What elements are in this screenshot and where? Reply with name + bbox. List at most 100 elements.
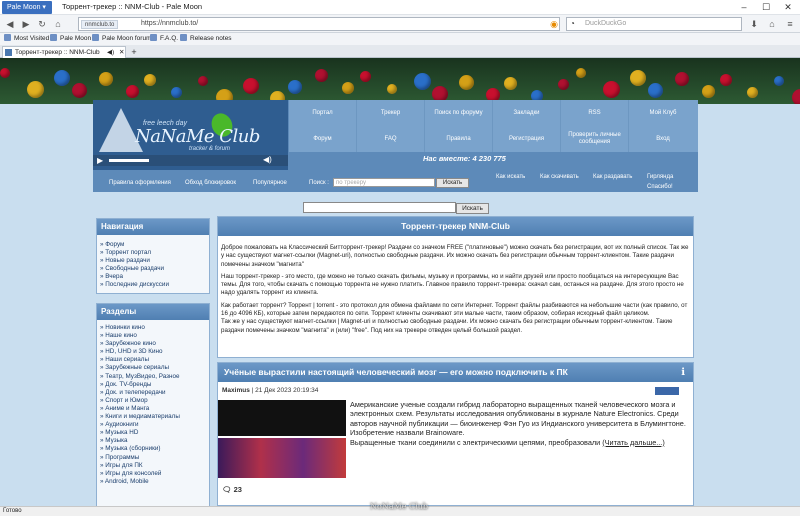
section-item[interactable]: » Зарубежные сериалы	[97, 364, 209, 372]
navigation-item[interactable]: » Свободные раздачи	[97, 265, 209, 273]
link-rules-formatting[interactable]: Правила оформления	[109, 180, 171, 186]
navigation-item[interactable]: » Торрент портал	[97, 249, 209, 257]
section-item[interactable]: » Новинки кино	[97, 324, 209, 332]
menu-forum[interactable]: Форум	[289, 126, 357, 152]
search-engine-icon[interactable]: ◔	[570, 19, 575, 28]
site-identity-badge[interactable]: nnmclub.to	[81, 20, 119, 29]
menu-forum-search[interactable]: Поиск по форуму	[425, 100, 493, 126]
bookmark-most-visited[interactable]: Most Visited	[4, 33, 49, 45]
new-tab-button[interactable]: +	[128, 47, 140, 57]
navigation-box: Навигация » Форум» Торрент портал» Новые…	[96, 218, 210, 294]
bookmark-icon	[150, 34, 157, 41]
forward-icon[interactable]: ▶	[20, 18, 32, 30]
menu-register[interactable]: Регистрация	[493, 126, 561, 152]
main-search-button[interactable]: Искать	[456, 203, 489, 214]
section-item[interactable]: » Док. TV-бренды	[97, 381, 209, 389]
ornament-icon	[504, 77, 517, 90]
menu-login[interactable]: Вход	[629, 126, 697, 152]
logo-text: NaNaMe Club	[135, 126, 260, 147]
christmas-garland-banner	[0, 58, 800, 104]
maximize-icon[interactable]: ☐	[756, 1, 776, 13]
tab-close-icon[interactable]: ✕	[119, 47, 124, 58]
menu-my-club[interactable]: Мой Клуб	[629, 100, 697, 126]
search-box[interactable]: ◔ DuckDuckGo	[566, 17, 742, 31]
section-item[interactable]: » Музыка HD	[97, 429, 209, 437]
bookmark-faq[interactable]: F.A.Q.	[150, 33, 178, 45]
menu-rss[interactable]: RSS	[561, 100, 629, 126]
back-icon[interactable]: ◀	[4, 18, 16, 30]
menu-bookmarks[interactable]: Закладки	[493, 100, 561, 126]
news-title[interactable]: Учёные вырастили настоящий человеческий …	[218, 363, 693, 382]
volume-icon[interactable]: ◀)	[263, 155, 272, 164]
menu-rules[interactable]: Правила	[425, 126, 493, 152]
bookmark-pale-moon[interactable]: Pale Moon	[50, 33, 91, 45]
section-item[interactable]: » Наше кино	[97, 332, 209, 340]
header-search-button[interactable]: Искать	[436, 178, 469, 188]
link-garland[interactable]: Гирлянда	[647, 174, 673, 180]
status-text: Готово	[3, 508, 22, 514]
navigation-title: Навигация	[97, 219, 209, 235]
section-item[interactable]: » Зарубежное кино	[97, 340, 209, 348]
rss-icon[interactable]: ◉	[548, 18, 560, 30]
menu-portal[interactable]: Портал	[289, 100, 357, 126]
news-meta: Maximus | 21 Дек 2023 20:19:34	[222, 387, 319, 394]
news-author[interactable]: Maximus	[222, 387, 250, 394]
menu-tracker[interactable]: Трекер	[357, 100, 425, 126]
ornament-icon	[144, 74, 156, 86]
ornament-icon	[414, 73, 431, 90]
link-bypass-blocks[interactable]: Обход блокировок	[185, 180, 236, 186]
section-item[interactable]: » Док. и телепередачи	[97, 389, 209, 397]
sections-title: Разделы	[97, 304, 209, 320]
link-how-seed[interactable]: Как раздавать	[593, 174, 632, 180]
share-icon[interactable]	[655, 387, 679, 395]
radio-player[interactable]: ▶ ◀)	[93, 155, 288, 166]
speaker-icon[interactable]: ◀)	[107, 47, 114, 58]
url-bar[interactable]: nnmclub.to https://nnmclub.to/	[78, 17, 560, 31]
site-logo[interactable]: free leech day NaNaMe Club tracker & for…	[93, 100, 288, 170]
url-text[interactable]: https://nnmclub.to/	[141, 20, 198, 27]
tab-nnm-club[interactable]: Торрент-трекер :: NNM-Club ◀) ✕	[2, 46, 126, 58]
comments-count[interactable]: 🗨 23	[222, 485, 242, 494]
link-how-download[interactable]: Как скачивать	[540, 174, 579, 180]
navigation-item[interactable]: » Форум	[97, 241, 209, 249]
section-item[interactable]: » Игры для консолей	[97, 470, 209, 478]
navigation-item[interactable]: » Последние дискуссии	[97, 281, 209, 289]
home-icon[interactable]: ⌂	[52, 18, 64, 30]
reload-icon[interactable]: ↻	[36, 18, 48, 30]
menu-icon[interactable]: ≡	[784, 18, 796, 30]
section-item[interactable]: » Программы	[97, 454, 209, 462]
section-item[interactable]: » Аниме и Манга	[97, 405, 209, 413]
ornament-icon	[774, 76, 784, 86]
read-more-link[interactable]: (Читать дальше...)	[602, 438, 665, 447]
menu-check-messages[interactable]: Проверить личные сообщения	[561, 126, 629, 152]
bookmark-label: Most Visited	[14, 35, 50, 42]
section-item[interactable]: » Музыка (сборники)	[97, 445, 209, 453]
minimize-icon[interactable]: –	[734, 1, 754, 13]
player-progress-bar[interactable]	[109, 159, 149, 162]
section-item[interactable]: » Android, Mobile	[97, 478, 209, 486]
section-item[interactable]: » Аудиокниги	[97, 421, 209, 429]
link-popular[interactable]: Популярное	[253, 180, 287, 186]
link-how-search[interactable]: Как искать	[496, 174, 525, 180]
section-item[interactable]: » HD, UHD и 3D Кино	[97, 348, 209, 356]
section-item[interactable]: » Игры для ПК	[97, 462, 209, 470]
news-paragraph-2: Выращенные ткани соединили с электрическ…	[350, 437, 665, 447]
ornament-icon	[171, 87, 182, 98]
close-icon[interactable]: ✕	[778, 1, 798, 13]
section-item[interactable]: » Книги и медиаматериалы	[97, 413, 209, 421]
download-icon[interactable]: ⬇	[748, 18, 760, 30]
home-button-icon[interactable]: ⌂	[766, 18, 778, 30]
app-menu-button[interactable]: Pale Moon ▾	[2, 1, 52, 14]
play-icon[interactable]: ▶	[97, 156, 103, 165]
sections-list: » Новинки кино» Наше кино» Зарубежное ки…	[97, 320, 209, 486]
section-item[interactable]: » Спорт и Юмор	[97, 397, 209, 405]
ornament-icon	[0, 68, 10, 78]
navigation-item[interactable]: » Вчера	[97, 273, 209, 281]
bookmark-release-notes[interactable]: Release notes	[180, 33, 232, 45]
bookmark-pale-moon-forum[interactable]: Pale Moon forum	[92, 33, 152, 45]
link-thanks[interactable]: Спасибо!	[647, 184, 673, 190]
section-item[interactable]: » Театр, МузВидео, Разное	[97, 373, 209, 381]
header-search-input[interactable]: по трекеру	[333, 178, 435, 187]
main-search-input[interactable]	[303, 202, 456, 213]
menu-faq[interactable]: FAQ	[357, 126, 425, 152]
